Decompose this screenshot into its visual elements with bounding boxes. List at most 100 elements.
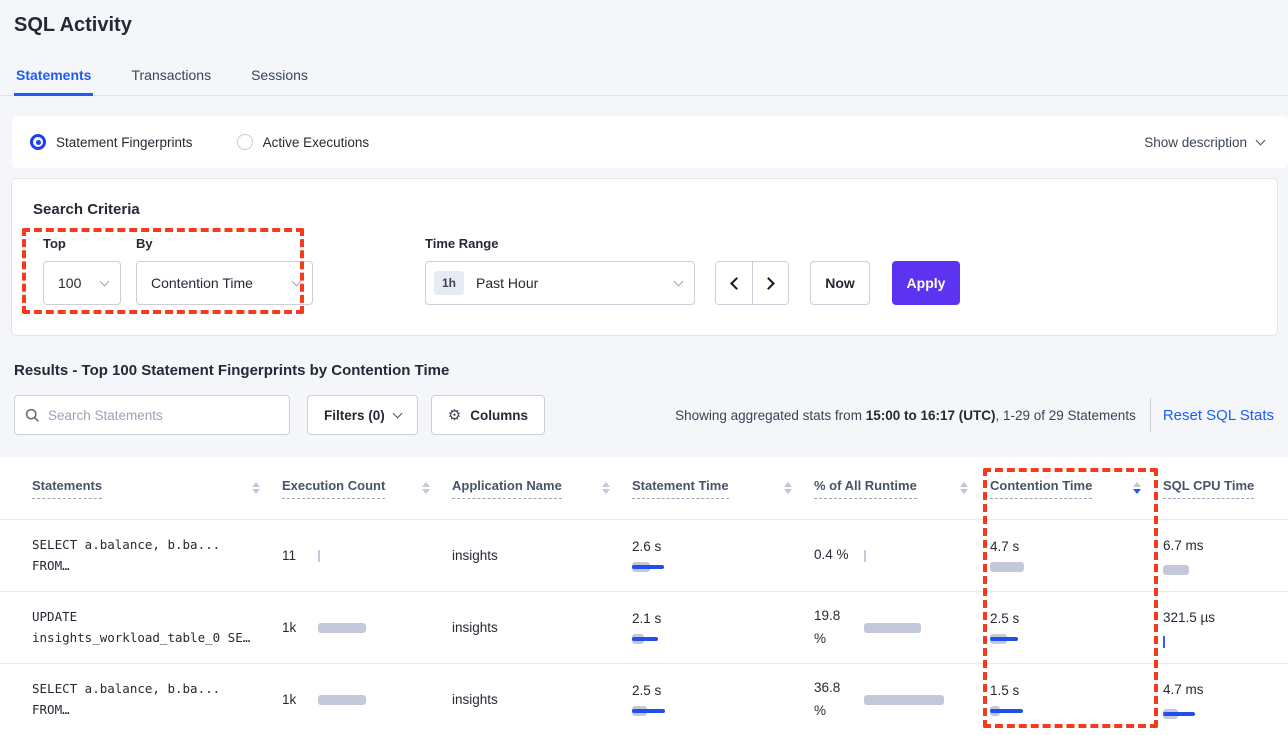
chevron-down-icon: [674, 276, 684, 286]
exec-count-bar: [318, 550, 320, 562]
contention-time-cell: 2.5 s: [990, 611, 1163, 645]
now-button[interactable]: Now: [810, 261, 870, 305]
top-select-value: 100: [58, 275, 81, 291]
sql-cpu-time-cell: 4.7 ms: [1163, 679, 1288, 721]
statement-link[interactable]: UPDATEinsights_workload_table_0 SE…: [32, 607, 282, 648]
col-header-execution-count[interactable]: Execution Count: [282, 478, 385, 499]
statement-time-bar: [632, 709, 665, 713]
sort-icon[interactable]: [784, 482, 792, 494]
col-header-statement-time[interactable]: Statement Time: [632, 478, 729, 499]
search-statements-box: [14, 395, 290, 435]
sort-icon-active-desc[interactable]: [1133, 482, 1141, 494]
next-time-range-button[interactable]: [752, 262, 788, 304]
chevron-right-icon: [762, 277, 775, 290]
by-select[interactable]: Contention Time: [136, 261, 313, 305]
radio-statement-fingerprints[interactable]: Statement Fingerprints: [30, 134, 193, 150]
divider: [1150, 398, 1151, 432]
table-row: SELECT a.balance, b.ba...FROM… 1k insigh…: [0, 663, 1288, 735]
statement-time-cell: 2.1 s: [632, 611, 814, 645]
top-field-label: Top: [43, 236, 121, 251]
statement-time-cell: 2.5 s: [632, 683, 814, 717]
apply-button[interactable]: Apply: [892, 261, 960, 305]
radio-active-executions-label: Active Executions: [263, 135, 370, 150]
contention-time-bar: [990, 637, 1018, 641]
exec-count-bar: [318, 623, 366, 633]
columns-button-label: Columns: [470, 408, 528, 423]
statement-link[interactable]: SELECT a.balance, b.ba...FROM…: [32, 535, 282, 576]
statements-table: Statements Execution Count Application N…: [0, 457, 1288, 735]
runtime-bar: [864, 550, 866, 562]
chevron-down-icon: [1256, 135, 1266, 145]
sql-cpu-time-cell: 6.7 ms: [1163, 535, 1288, 577]
statement-time-bar: [632, 637, 658, 641]
col-header-application-name[interactable]: Application Name: [452, 478, 562, 499]
execution-count-cell: 11: [282, 548, 452, 563]
results-toolbar: Filters (0) ⚙ Columns Showing aggregated…: [14, 395, 1274, 435]
tab-sessions[interactable]: Sessions: [249, 61, 310, 95]
exec-count-bar: [318, 695, 366, 705]
radio-unselected-icon: [237, 134, 253, 150]
search-icon: [25, 408, 40, 423]
sort-icon[interactable]: [602, 482, 610, 494]
application-name-cell: insights: [452, 548, 632, 563]
top-select[interactable]: 100: [43, 261, 121, 305]
application-name-cell: insights: [452, 692, 632, 707]
tab-statements[interactable]: Statements: [14, 61, 93, 95]
chevron-left-icon: [730, 277, 743, 290]
sql-cpu-time-cell: 321.5 µs: [1163, 607, 1288, 649]
runtime-bar: [864, 623, 921, 633]
col-header-sql-cpu-time[interactable]: SQL CPU Time: [1163, 478, 1254, 499]
sort-icon[interactable]: [422, 482, 430, 494]
by-select-value: Contention Time: [151, 275, 253, 291]
sort-icon[interactable]: [252, 482, 260, 494]
col-header-pct-all-runtime[interactable]: % of All Runtime: [814, 478, 917, 499]
application-name-cell: insights: [452, 620, 632, 635]
col-header-statements[interactable]: Statements: [32, 478, 102, 499]
table-row: UPDATEinsights_workload_table_0 SE… 1k i…: [0, 591, 1288, 663]
execution-count-cell: 1k: [282, 692, 452, 707]
cpu-time-bar: [1163, 565, 1189, 575]
search-criteria-panel: Search Criteria Top 100 By Contention Ti…: [11, 178, 1278, 336]
show-description-toggle[interactable]: Show description: [1144, 135, 1264, 150]
chevron-down-icon: [392, 409, 402, 419]
previous-time-range-button[interactable]: [716, 262, 752, 304]
filters-button-label: Filters (0): [324, 408, 385, 423]
page-title: SQL Activity: [0, 0, 1288, 37]
runtime-pct-cell: 36.8 %: [814, 677, 990, 723]
statement-link[interactable]: SELECT a.balance, b.ba...FROM…: [32, 679, 282, 720]
execution-count-cell: 1k: [282, 620, 452, 635]
contention-time-bar: [990, 562, 1024, 572]
search-statements-input[interactable]: [48, 408, 279, 423]
show-description-label: Show description: [1144, 135, 1247, 150]
runtime-pct-cell: 0.4 %: [814, 544, 990, 567]
time-range-pager: [715, 261, 789, 305]
contention-time-cell: 1.5 s: [990, 683, 1163, 717]
reset-sql-stats-link[interactable]: Reset SQL Stats: [1163, 407, 1274, 424]
radio-selected-icon: [30, 134, 46, 150]
radio-active-executions[interactable]: Active Executions: [237, 134, 370, 150]
runtime-pct-cell: 19.8 %: [814, 605, 990, 651]
time-range-value: Past Hour: [476, 275, 538, 291]
gear-icon: ⚙: [448, 408, 461, 423]
runtime-bar: [864, 695, 944, 705]
top-field: Top 100: [43, 236, 121, 305]
showing-stats-text: Showing aggregated stats from 15:00 to 1…: [675, 408, 1136, 423]
time-range-label: Time Range: [425, 236, 695, 251]
tab-bar: Statements Transactions Sessions: [0, 61, 1288, 96]
time-range-select[interactable]: 1h Past Hour: [425, 261, 695, 305]
by-field-label: By: [136, 236, 313, 251]
cpu-time-bar: [1163, 712, 1195, 716]
contention-time-cell: 4.7 s: [990, 539, 1163, 573]
time-range-badge: 1h: [434, 271, 464, 295]
table-row: SELECT a.balance, b.ba...FROM… 11 insigh…: [0, 519, 1288, 591]
chevron-down-icon: [100, 276, 110, 286]
statement-time-bar: [632, 565, 664, 569]
sort-icon[interactable]: [960, 482, 968, 494]
col-header-contention-time[interactable]: Contention Time: [990, 478, 1092, 499]
filters-button[interactable]: Filters (0): [307, 395, 418, 435]
cpu-time-bar: [1163, 636, 1165, 648]
view-mode-panel: Statement Fingerprints Active Executions…: [12, 116, 1288, 168]
results-heading: Results - Top 100 Statement Fingerprints…: [14, 362, 1288, 379]
tab-transactions[interactable]: Transactions: [129, 61, 213, 95]
columns-button[interactable]: ⚙ Columns: [431, 395, 545, 435]
